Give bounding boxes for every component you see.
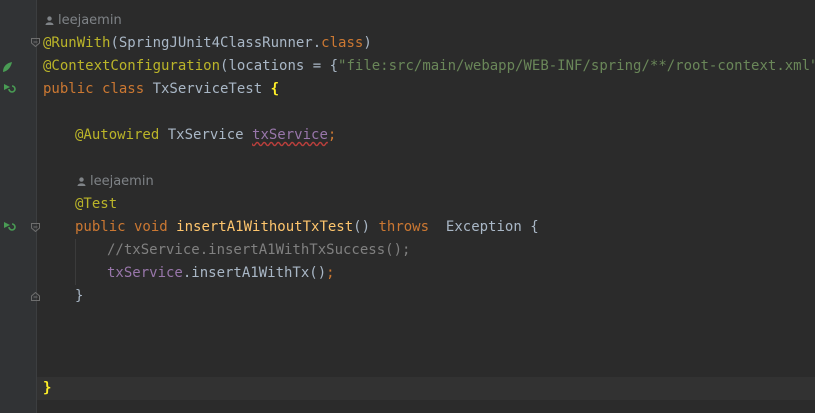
keyword: public class (43, 81, 153, 97)
code-line-method-call[interactable]: txService.insertA1WithTx(); (107, 262, 335, 285)
person-icon (45, 16, 54, 25)
code-text: (locations = { (220, 58, 339, 74)
annotation: @RunWith (43, 35, 111, 51)
code-line-comment[interactable]: //txService.insertA1WithTxSuccess(); (107, 239, 410, 262)
keyword: class (321, 35, 364, 51)
matched-brace: { (270, 81, 280, 97)
semicolon: ; (327, 127, 337, 143)
annotation: @Test (75, 196, 118, 212)
annotation: @Autowired (75, 127, 160, 143)
author-hint[interactable]: leejaemin (77, 170, 154, 193)
code-text: (SpringJUnit4ClassRunner. (110, 35, 322, 51)
code-editor[interactable]: leejaemin leejaemin @RunWith(SpringJUnit… (0, 0, 815, 413)
author-hint[interactable]: leejaemin (45, 9, 122, 32)
method-name: insertA1WithoutTxTest (176, 219, 354, 235)
fold-marker-icon[interactable] (31, 223, 40, 232)
type-name: TxService (159, 127, 253, 143)
code-line-close-method[interactable]: } (75, 285, 83, 308)
code-line-close-class[interactable]: } (43, 377, 51, 400)
fold-marker-icon[interactable] (31, 38, 40, 47)
fold-marker-icon[interactable] (31, 292, 40, 301)
matched-brace: } (43, 380, 52, 396)
code-text: ) (363, 35, 372, 51)
code-line-test-annotation[interactable]: @Test (75, 193, 117, 216)
semicolon: ; (326, 265, 335, 281)
indent-guide (75, 239, 76, 285)
spring-bean-icon[interactable] (0, 60, 14, 74)
comment: //txService.insertA1WithTxSuccess(); (107, 242, 411, 258)
code-line-autowired[interactable]: @Autowired TxService txService; (75, 124, 336, 147)
keyword: public void (75, 219, 177, 235)
run-test-icon[interactable] (2, 81, 16, 95)
field-name: txService (252, 127, 328, 143)
current-line-highlight (37, 377, 815, 400)
class-name: TxServiceTest (152, 81, 271, 97)
keyword: throws (378, 219, 430, 235)
string-literal: "file:src/main/webapp/WEB-INF/spring/**/… (338, 58, 815, 74)
code-line-class-decl[interactable]: public class TxServiceTest { (43, 78, 279, 101)
code-text: .insertA1WithTx() (182, 265, 327, 281)
code-line-method-decl[interactable]: public void insertA1WithoutTxTest() thro… (75, 216, 539, 239)
closing-brace: } (75, 288, 84, 304)
author-name: leejaemin (90, 174, 154, 189)
code-text: Exception { (429, 219, 539, 235)
gutter-separator (36, 0, 37, 413)
person-icon (77, 177, 86, 186)
field-name: txService (107, 265, 183, 281)
annotation: @ContextConfiguration (43, 58, 221, 74)
code-line-runwith[interactable]: @RunWith(SpringJUnit4ClassRunner.class) (43, 32, 372, 55)
author-name: leejaemin (58, 13, 122, 28)
code-line-context-config[interactable]: @ContextConfiguration(locations = {"file… (43, 55, 815, 78)
code-text: () (353, 219, 379, 235)
run-test-icon[interactable] (2, 219, 16, 233)
